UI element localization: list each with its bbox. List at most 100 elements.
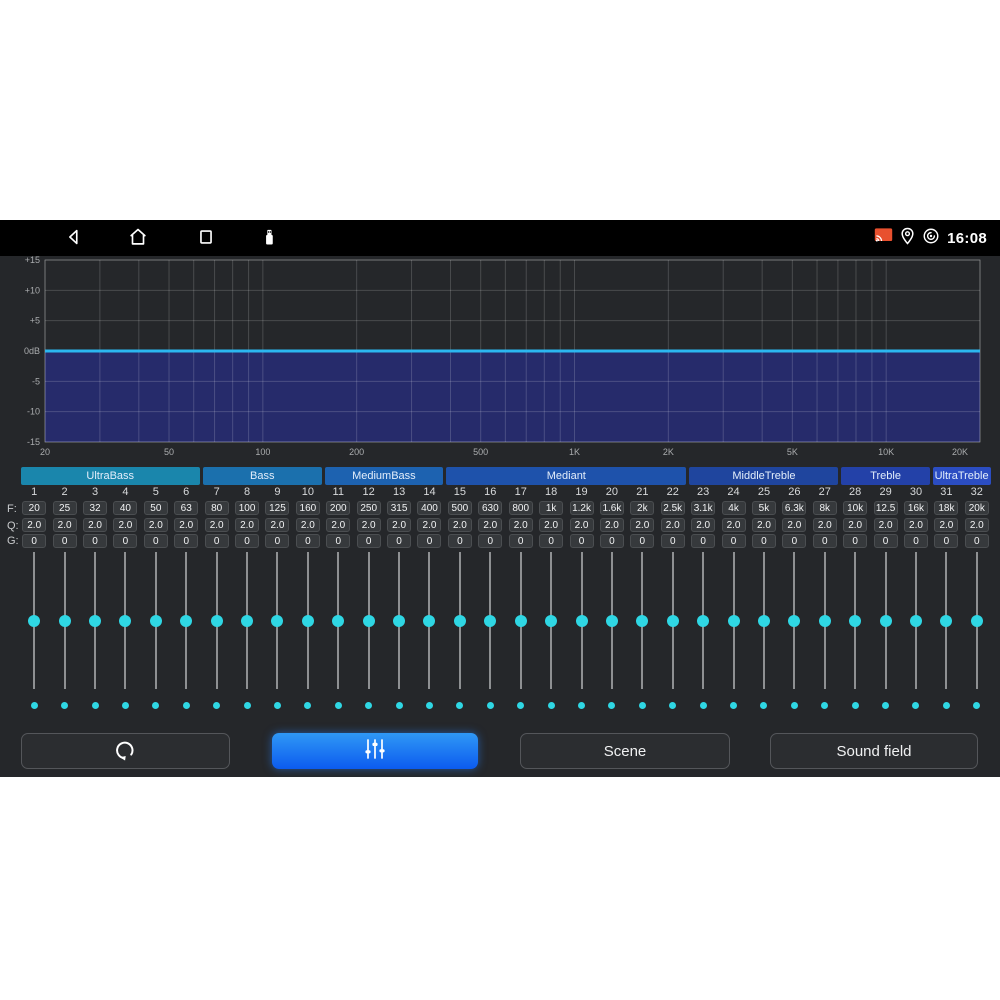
freq-pill[interactable]: 10k	[843, 501, 867, 515]
gain-slider[interactable]	[931, 551, 961, 691]
gain-slider[interactable]	[779, 551, 809, 691]
freq-pill[interactable]: 1.6k	[600, 501, 624, 515]
freq-pill[interactable]: 3.1k	[691, 501, 715, 515]
gain-slider[interactable]	[506, 551, 536, 691]
gain-slider[interactable]	[901, 551, 931, 691]
gain-slider[interactable]	[536, 551, 566, 691]
gain-slider[interactable]	[566, 551, 596, 691]
q-pill[interactable]: 2.0	[205, 518, 229, 532]
gain-slider[interactable]	[110, 551, 140, 691]
freq-pill[interactable]: 630	[478, 501, 502, 515]
slider-knob[interactable]	[545, 615, 557, 627]
slider-knob[interactable]	[28, 615, 40, 627]
slider-knob[interactable]	[636, 615, 648, 627]
q-pill[interactable]: 2.0	[417, 518, 441, 532]
freq-pill[interactable]: 20k	[965, 501, 989, 515]
q-pill[interactable]: 2.0	[387, 518, 411, 532]
home-button[interactable]	[126, 227, 150, 251]
q-pill[interactable]: 2.0	[22, 518, 46, 532]
sound-field-button[interactable]: Sound field	[770, 733, 978, 769]
freq-pill[interactable]: 1k	[539, 501, 563, 515]
slider-knob[interactable]	[180, 615, 192, 627]
gain-pill[interactable]: 0	[357, 534, 381, 548]
gain-slider[interactable]	[870, 551, 900, 691]
freq-pill[interactable]: 125	[265, 501, 289, 515]
freq-pill[interactable]: 315	[387, 501, 411, 515]
gain-slider[interactable]	[962, 551, 992, 691]
slider-knob[interactable]	[302, 615, 314, 627]
q-pill[interactable]: 2.0	[661, 518, 685, 532]
freq-pill[interactable]: 200	[326, 501, 350, 515]
gain-pill[interactable]: 0	[843, 534, 867, 548]
slider-knob[interactable]	[819, 615, 831, 627]
q-pill[interactable]: 2.0	[448, 518, 472, 532]
q-pill[interactable]: 2.0	[904, 518, 928, 532]
slider-knob[interactable]	[363, 615, 375, 627]
slider-knob[interactable]	[940, 615, 952, 627]
slider-knob[interactable]	[89, 615, 101, 627]
gain-slider[interactable]	[262, 551, 292, 691]
q-pill[interactable]: 2.0	[113, 518, 137, 532]
gain-pill[interactable]: 0	[782, 534, 806, 548]
recents-button[interactable]	[194, 227, 218, 251]
slider-knob[interactable]	[211, 615, 223, 627]
q-pill[interactable]: 2.0	[752, 518, 776, 532]
gain-slider[interactable]	[353, 551, 383, 691]
q-pill[interactable]: 2.0	[691, 518, 715, 532]
freq-pill[interactable]: 32	[83, 501, 107, 515]
slider-knob[interactable]	[849, 615, 861, 627]
gain-slider[interactable]	[445, 551, 475, 691]
gain-pill[interactable]: 0	[174, 534, 198, 548]
gain-slider[interactable]	[749, 551, 779, 691]
gain-slider[interactable]	[658, 551, 688, 691]
q-pill[interactable]: 2.0	[357, 518, 381, 532]
gain-pill[interactable]: 0	[722, 534, 746, 548]
slider-knob[interactable]	[728, 615, 740, 627]
q-pill[interactable]: 2.0	[722, 518, 746, 532]
q-pill[interactable]: 2.0	[539, 518, 563, 532]
gain-pill[interactable]: 0	[965, 534, 989, 548]
slider-knob[interactable]	[606, 615, 618, 627]
freq-pill[interactable]: 20	[22, 501, 46, 515]
gain-pill[interactable]: 0	[144, 534, 168, 548]
freq-pill[interactable]: 400	[417, 501, 441, 515]
q-pill[interactable]: 2.0	[843, 518, 867, 532]
back-button[interactable]	[62, 227, 86, 251]
q-pill[interactable]: 2.0	[600, 518, 624, 532]
q-pill[interactable]: 2.0	[265, 518, 289, 532]
slider-knob[interactable]	[59, 615, 71, 627]
freq-pill[interactable]: 50	[144, 501, 168, 515]
q-pill[interactable]: 2.0	[53, 518, 77, 532]
gain-slider[interactable]	[323, 551, 353, 691]
slider-knob[interactable]	[484, 615, 496, 627]
gain-pill[interactable]: 0	[691, 534, 715, 548]
q-pill[interactable]: 2.0	[83, 518, 107, 532]
gain-slider[interactable]	[49, 551, 79, 691]
gain-pill[interactable]: 0	[570, 534, 594, 548]
slider-knob[interactable]	[271, 615, 283, 627]
slider-knob[interactable]	[576, 615, 588, 627]
freq-pill[interactable]: 2.5k	[661, 501, 685, 515]
gain-slider[interactable]	[171, 551, 201, 691]
gain-slider[interactable]	[597, 551, 627, 691]
freq-pill[interactable]: 800	[509, 501, 533, 515]
freq-pill[interactable]: 25	[53, 501, 77, 515]
freq-pill[interactable]: 18k	[934, 501, 958, 515]
gain-slider[interactable]	[414, 551, 444, 691]
gain-pill[interactable]: 0	[387, 534, 411, 548]
slider-knob[interactable]	[758, 615, 770, 627]
slider-knob[interactable]	[910, 615, 922, 627]
freq-pill[interactable]: 2k	[630, 501, 654, 515]
gain-pill[interactable]: 0	[22, 534, 46, 548]
freq-pill[interactable]: 6.3k	[782, 501, 806, 515]
freq-pill[interactable]: 40	[113, 501, 137, 515]
gain-pill[interactable]: 0	[53, 534, 77, 548]
freq-pill[interactable]: 500	[448, 501, 472, 515]
slider-knob[interactable]	[667, 615, 679, 627]
slider-knob[interactable]	[423, 615, 435, 627]
gain-pill[interactable]: 0	[448, 534, 472, 548]
gain-slider[interactable]	[718, 551, 748, 691]
gain-slider[interactable]	[19, 551, 49, 691]
gain-slider[interactable]	[232, 551, 262, 691]
gain-pill[interactable]: 0	[600, 534, 624, 548]
